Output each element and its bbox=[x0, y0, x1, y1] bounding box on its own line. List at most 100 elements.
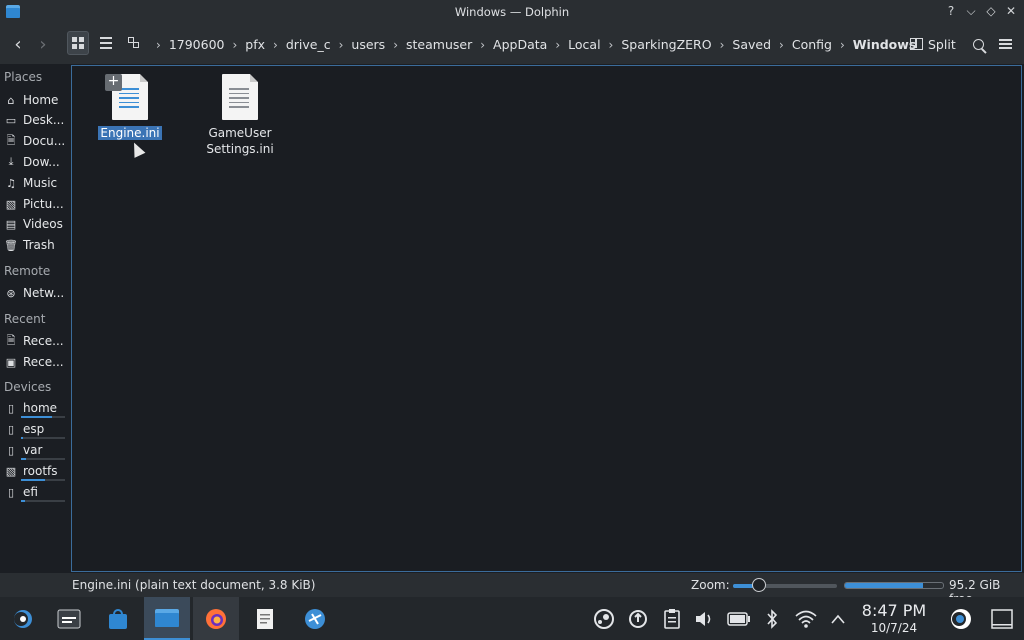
device-usage-bar bbox=[21, 500, 65, 502]
sidebar-item-trash[interactable]: 🗑 Trash bbox=[4, 235, 68, 255]
compact-view-button[interactable] bbox=[95, 31, 117, 55]
device-usage-fill bbox=[21, 479, 46, 481]
breadcrumb-item[interactable]: Local bbox=[568, 37, 600, 52]
select-toggle-icon[interactable]: + bbox=[105, 74, 122, 91]
sidebar-item-videos[interactable]: ▤ Videos bbox=[4, 214, 68, 234]
sidebar-item-pictures[interactable]: ▧ Pictu... bbox=[4, 194, 68, 214]
clock-date: 10/7/24 bbox=[870, 621, 918, 635]
sidebar-item-recent-locations[interactable]: ▣ Rece... bbox=[4, 352, 68, 372]
drive-icon: ▯ bbox=[7, 422, 15, 436]
file-name: Engine.ini bbox=[98, 126, 162, 140]
sidebar-item-music[interactable]: ♫ Music bbox=[4, 173, 68, 193]
steamos-launcher-icon bbox=[14, 609, 32, 628]
sidebar-item-recent-files[interactable]: 🗎 Rece... bbox=[4, 331, 68, 351]
breadcrumb-item[interactable]: steamuser bbox=[406, 37, 472, 52]
steam-tray-button[interactable] bbox=[592, 607, 616, 631]
remote-header: Remote bbox=[4, 264, 51, 278]
file-item[interactable]: + Engine.ini bbox=[85, 74, 175, 141]
chevron-right-icon: › bbox=[39, 33, 47, 55]
sidebar-item-network[interactable]: ⊛ Netw... bbox=[4, 283, 68, 303]
dolphin-file-manager-button[interactable] bbox=[144, 597, 190, 640]
split-button[interactable]: Split bbox=[910, 31, 956, 57]
minimize-button[interactable]: ⌵ bbox=[964, 3, 978, 19]
return-to-gaming-button[interactable] bbox=[949, 607, 973, 631]
steamos-launcher-button[interactable] bbox=[0, 597, 46, 640]
breadcrumb-item[interactable]: users bbox=[351, 37, 385, 52]
breadcrumb-item[interactable]: 1790600 bbox=[169, 37, 225, 52]
breadcrumb-item[interactable]: AppData bbox=[493, 37, 547, 52]
disk-space-bar[interactable] bbox=[844, 582, 944, 589]
close-button[interactable]: ✕ bbox=[1004, 3, 1018, 19]
maximize-button[interactable]: ◇ bbox=[984, 3, 998, 19]
taskbar: 8:47 PM 10/7/24 bbox=[0, 597, 1024, 640]
grid-icon bbox=[72, 37, 84, 49]
zoom-slider[interactable] bbox=[733, 584, 837, 588]
sidebar-item-documents[interactable]: 🗎 Docu... bbox=[4, 131, 68, 151]
clipboard-tray-button[interactable] bbox=[660, 607, 684, 631]
zoom-label: Zoom: bbox=[691, 578, 730, 592]
details-view-button[interactable] bbox=[123, 31, 145, 55]
discover-store-button[interactable] bbox=[95, 597, 141, 640]
steam-tray-icon bbox=[594, 609, 614, 629]
sidebar-item-label: Pictu... bbox=[23, 197, 64, 211]
updates-tray-button[interactable] bbox=[626, 607, 650, 631]
zoom-slider-handle[interactable] bbox=[752, 578, 766, 592]
search-button[interactable] bbox=[966, 31, 990, 57]
show-desktop-icon bbox=[991, 609, 1013, 629]
sidebar-item-device-var[interactable]: ▯ var bbox=[4, 440, 68, 460]
sidebar-item-device-home[interactable]: ▯ home bbox=[4, 398, 68, 418]
wifi-icon bbox=[795, 610, 817, 628]
sidebar-item-desktop[interactable]: ▭ Desk... bbox=[4, 110, 68, 130]
back-button[interactable]: ‹ bbox=[8, 31, 28, 57]
sidebar-item-home[interactable]: ⌂ Home bbox=[4, 90, 68, 110]
file-view[interactable]: + Engine.ini GameUser Settings.ini bbox=[71, 65, 1022, 572]
sidebar-item-device-efi[interactable]: ▯ efi bbox=[4, 482, 68, 502]
sidebar-item-label: var bbox=[23, 443, 43, 457]
breadcrumb-item[interactable]: Saved bbox=[732, 37, 771, 52]
system-settings-button[interactable] bbox=[292, 597, 338, 640]
sidebar-item-label: Home bbox=[23, 93, 59, 107]
firefox-button[interactable] bbox=[193, 597, 239, 640]
device-usage-bar bbox=[21, 479, 65, 481]
network-icon: ⊛ bbox=[6, 286, 16, 300]
forward-button[interactable]: › bbox=[33, 31, 53, 57]
toolbar: ‹ › › 1790600 › pfx › drive_c › users › … bbox=[0, 24, 1024, 64]
home-icon: ⌂ bbox=[7, 93, 15, 107]
sidebar-item-label: efi bbox=[23, 485, 38, 499]
file-name: Settings.ini bbox=[206, 142, 274, 156]
sidebar-item-label: rootfs bbox=[23, 464, 58, 478]
breadcrumb-item[interactable]: drive_c bbox=[286, 37, 331, 52]
text-editor-button[interactable] bbox=[242, 597, 288, 640]
devices-header: Devices bbox=[4, 380, 52, 394]
sidebar-item-label: Rece... bbox=[23, 355, 64, 369]
places-panel: Places ⌂ Home ▭ Desk... 🗎 Docu... ⤓ Dow.… bbox=[0, 64, 70, 574]
show-desktop-button[interactable] bbox=[990, 607, 1014, 631]
task-manager-icon bbox=[57, 609, 81, 628]
task-manager-button[interactable] bbox=[46, 597, 92, 640]
breadcrumb-item[interactable]: Config bbox=[792, 37, 832, 52]
clock[interactable]: 8:47 PM 10/7/24 bbox=[858, 601, 930, 636]
breadcrumb-item[interactable]: pfx bbox=[245, 37, 265, 52]
help-button[interactable]: ? bbox=[944, 3, 958, 19]
bluetooth-tray-button[interactable] bbox=[760, 607, 784, 631]
device-usage-fill bbox=[21, 437, 24, 439]
volume-tray-button[interactable] bbox=[693, 607, 717, 631]
clipboard-icon bbox=[664, 609, 680, 629]
firefox-icon bbox=[206, 608, 226, 629]
sidebar-item-device-rootfs[interactable]: ▧ rootfs bbox=[4, 461, 68, 481]
breadcrumb-current[interactable]: Windows bbox=[853, 37, 917, 52]
battery-tray-button[interactable] bbox=[727, 607, 751, 631]
breadcrumb-item[interactable]: SparkingZERO bbox=[621, 37, 711, 52]
wifi-tray-button[interactable] bbox=[794, 607, 818, 631]
icons-view-button[interactable] bbox=[67, 31, 89, 55]
breadcrumb-separator-icon: › bbox=[608, 37, 614, 52]
text-editor-icon bbox=[257, 608, 273, 629]
window-controls: ? ⌵ ◇ ✕ bbox=[944, 3, 1018, 19]
music-icon: ♫ bbox=[6, 176, 16, 190]
expand-tray-button[interactable] bbox=[826, 607, 850, 631]
file-item[interactable]: GameUser Settings.ini bbox=[195, 74, 285, 157]
menu-button[interactable] bbox=[994, 31, 1016, 57]
drive-icon: ▯ bbox=[7, 485, 15, 499]
sidebar-item-device-esp[interactable]: ▯ esp bbox=[4, 419, 68, 439]
sidebar-item-downloads[interactable]: ⤓ Dow... bbox=[4, 152, 68, 172]
